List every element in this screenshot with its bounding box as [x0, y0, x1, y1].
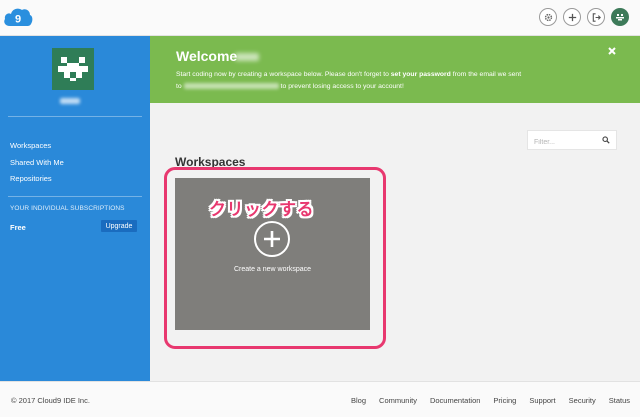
avatar-icon[interactable]: [611, 8, 629, 26]
footer: © 2017 Cloud9 IDE Inc. Blog Community Do…: [0, 381, 640, 417]
sidebar-item-repositories[interactable]: Repositories: [10, 171, 64, 188]
username-redacted: [60, 98, 80, 104]
search-icon[interactable]: [602, 136, 610, 144]
banner-password-emphasis: set your password: [390, 71, 451, 78]
sidebar-divider: [8, 196, 142, 197]
gear-icon[interactable]: [539, 8, 557, 26]
banner-text: to: [176, 83, 182, 90]
logo-digit: 9: [15, 14, 21, 26]
footer-links: Blog Community Documentation Pricing Sup…: [351, 396, 630, 405]
email-redacted: [183, 83, 279, 90]
welcome-banner: Welcome Start coding now by creating a w…: [150, 36, 640, 103]
plan-name: Free: [10, 223, 26, 232]
user-avatar[interactable]: [52, 48, 94, 90]
cloud9-logo[interactable]: 9: [3, 6, 33, 28]
close-icon[interactable]: [607, 43, 617, 55]
footer-link-blog[interactable]: Blog: [351, 396, 366, 405]
footer-link-status[interactable]: Status: [609, 396, 630, 405]
footer-link-community[interactable]: Community: [379, 396, 417, 405]
upgrade-button[interactable]: Upgrade: [101, 220, 137, 232]
footer-link-pricing[interactable]: Pricing: [493, 396, 516, 405]
banner-username-redacted: [235, 53, 259, 61]
banner-line-1: Start coding now by creating a workspace…: [176, 71, 521, 78]
banner-line-2: to to prevent losing access to your accou…: [176, 83, 404, 90]
banner-text: Start coding now by creating a workspace…: [176, 71, 391, 78]
top-bar: 9: [0, 0, 640, 36]
filter-box: [527, 130, 617, 152]
sidebar-divider: [8, 116, 142, 117]
sidebar-item-workspaces[interactable]: Workspaces: [10, 138, 64, 155]
copyright: © 2017 Cloud9 IDE Inc.: [11, 396, 90, 405]
plus-icon[interactable]: [563, 8, 581, 26]
filter-input[interactable]: [528, 133, 598, 152]
footer-link-documentation[interactable]: Documentation: [430, 396, 480, 405]
sidebar-nav: Workspaces Shared With Me Repositories: [10, 138, 64, 188]
subscriptions-heading: YOUR INDIVIDUAL SUBSCRIPTIONS: [10, 205, 125, 212]
banner-text: from the email we sent: [450, 71, 522, 78]
sidebar-item-shared-with-me[interactable]: Shared With Me: [10, 155, 64, 172]
banner-text: to prevent losing access to your account…: [280, 83, 404, 90]
footer-link-support[interactable]: Support: [529, 396, 555, 405]
footer-link-security[interactable]: Security: [569, 396, 596, 405]
sign-out-icon[interactable]: [587, 8, 605, 26]
annotation-label: クリックする: [209, 200, 314, 219]
sidebar: Workspaces Shared With Me Repositories Y…: [0, 36, 150, 381]
banner-title: Welcome: [176, 48, 238, 64]
